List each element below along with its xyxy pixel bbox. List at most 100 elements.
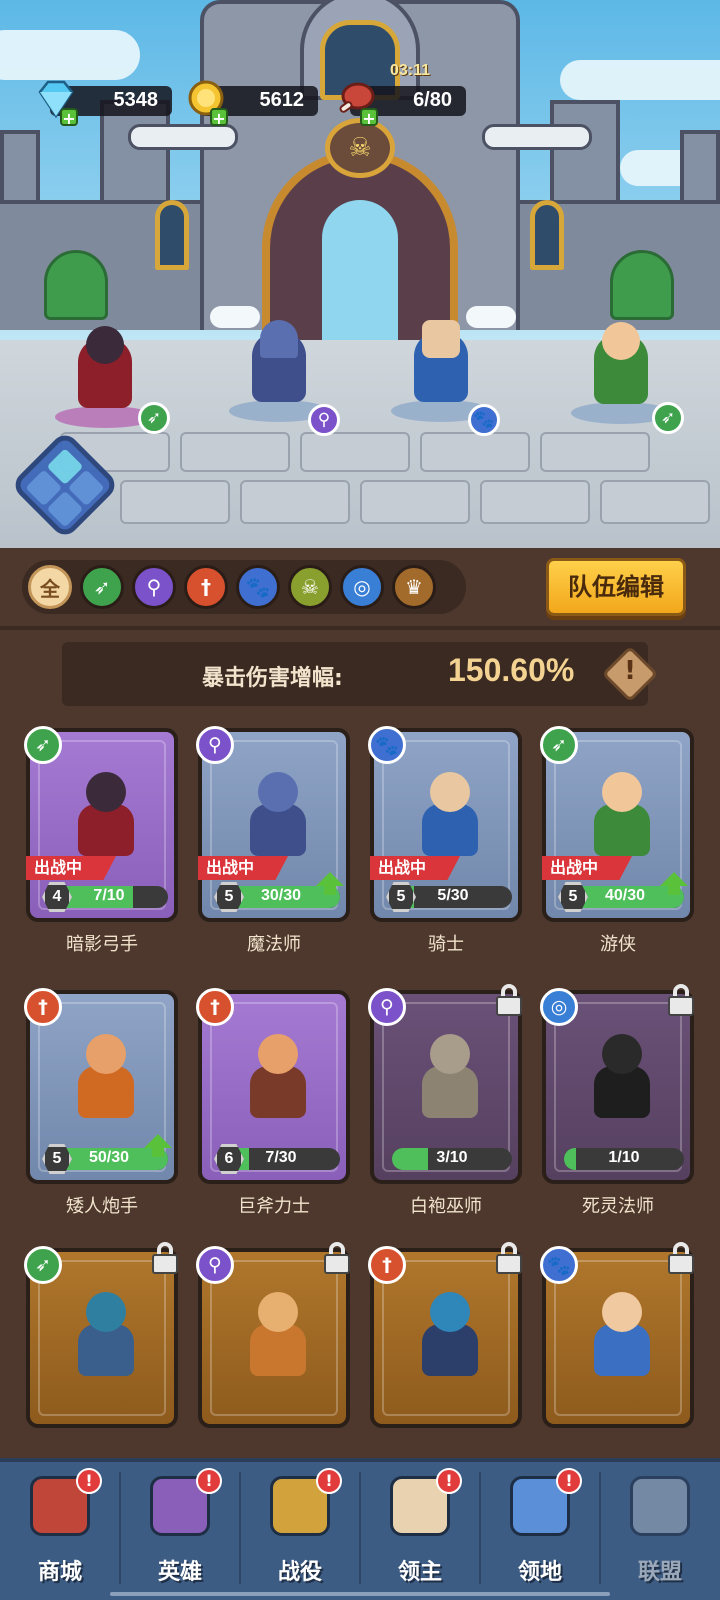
hero-portrait [244, 1034, 312, 1124]
alert-badge: ! [436, 1468, 462, 1494]
portrait-head [430, 1034, 470, 1074]
hero-helmet [422, 320, 460, 358]
panel-divider [0, 626, 720, 630]
cloud [560, 60, 720, 100]
hero-card[interactable]: ⚲ 3/10 [368, 984, 522, 1184]
hero-face [602, 322, 640, 360]
filter-bow-icon[interactable]: ➶ [80, 565, 124, 609]
lock-icon [494, 984, 524, 1016]
paw-icon: 🐾 [468, 404, 500, 436]
nav-label: 英雄 [157, 1560, 202, 1585]
battle-scene: ☠ + 5348 + 5612 03:11 + 6/80 ➶ ⚲ 🐾 ➶ [0, 0, 720, 548]
crit-bonus-box: 暴击伤害增幅: 150.60% ! [62, 642, 659, 706]
filter-paw-icon[interactable]: 🐾 [236, 565, 280, 609]
filter-swirl-icon[interactable]: ◎ [340, 565, 384, 609]
hero-card[interactable]: ◎ 1/10 [540, 984, 694, 1184]
deployed-tag: 出战中 [370, 856, 460, 880]
hero-hat [260, 320, 298, 358]
nav-crossed-swords[interactable]: ! 战役 [240, 1462, 360, 1600]
floor-tile [240, 480, 350, 524]
gem-counter[interactable]: + 5348 [38, 80, 172, 128]
crit-label: 暴击伤害增幅: [202, 666, 343, 691]
stamina-counter[interactable]: + 6/80 [339, 82, 466, 128]
lock-body [668, 996, 694, 1016]
portrait-head [602, 772, 642, 812]
hero-card[interactable]: ⚲ [196, 1242, 350, 1428]
nav-alliance[interactable]: 联盟 [600, 1462, 720, 1600]
nav-label: 战役 [277, 1560, 322, 1585]
bow-icon: ➶ [138, 402, 170, 434]
cloud [0, 30, 140, 80]
bush [610, 250, 674, 320]
floor-tile [360, 480, 470, 524]
add-gold-icon[interactable]: + [210, 108, 228, 128]
upgrade-arrow-stem [668, 885, 680, 895]
lock-icon [322, 1242, 352, 1274]
filter-skull-icon[interactable]: ☠ [288, 565, 332, 609]
field-hero-knight[interactable]: 🐾 [386, 312, 500, 436]
team-edit-button[interactable]: 队伍编辑 [546, 558, 686, 616]
hero-card[interactable]: ➶ 出战中 40/30 5 [540, 726, 694, 922]
lock-icon [494, 1242, 524, 1274]
hero-portrait [72, 1034, 140, 1124]
hero-name: 骑士 [428, 934, 464, 955]
hero-card[interactable]: ➶ 出战中 7/10 4 [24, 726, 178, 922]
filter-staff-icon[interactable]: ⚲ [132, 565, 176, 609]
hero-card[interactable]: ➶ [24, 1242, 178, 1428]
hero-card[interactable]: † [368, 1242, 522, 1428]
info-mark: ! [624, 656, 636, 686]
portrait-head [86, 772, 126, 812]
hero-name: 游侠 [600, 934, 636, 955]
staff-icon: ⚲ [196, 1246, 234, 1284]
sword-icon: † [368, 1246, 406, 1284]
bush [44, 250, 108, 320]
bow-icon: ➶ [24, 726, 62, 764]
hero-card[interactable]: † 50/30 5 [24, 988, 178, 1184]
hero-card[interactable]: 🐾 [540, 1242, 694, 1428]
portrait-head [430, 1292, 470, 1332]
lock-body [496, 1254, 522, 1274]
nav-castle[interactable]: ! 领地 [480, 1462, 600, 1600]
nav-label: 联盟 [637, 1560, 682, 1585]
upgrade-arrow-stem [152, 1147, 164, 1157]
lock-body [324, 1254, 350, 1274]
paw-icon: 🐾 [540, 1246, 578, 1284]
filter-sword-icon[interactable]: † [184, 565, 228, 609]
portrait-head [86, 1034, 126, 1074]
nav-label: 领主 [397, 1560, 442, 1585]
hero-card[interactable]: ⚲ 出战中 30/30 5 [196, 726, 350, 922]
floor-tile [420, 432, 530, 472]
hero-name: 死灵法师 [582, 1196, 654, 1217]
lock-icon [150, 1242, 180, 1274]
castle-window [530, 200, 564, 270]
hero-card[interactable]: † 7/30 6 [196, 988, 350, 1184]
filter-all-icon[interactable]: 全 [28, 565, 72, 609]
hero-card[interactable]: 🐾 出战中 5/30 5 [368, 726, 522, 922]
alert-badge: ! [196, 1468, 222, 1494]
nav-shop-chest[interactable]: ! 商城 [0, 1462, 120, 1600]
upgrade-arrow-icon [316, 872, 344, 886]
hero-portrait [416, 1034, 484, 1124]
floor-tile [540, 432, 650, 472]
paw-icon: 🐾 [368, 726, 406, 764]
nav-label: 领地 [517, 1560, 562, 1585]
field-hero-mage[interactable]: ⚲ [224, 312, 340, 436]
add-gems-icon[interactable]: + [60, 108, 78, 128]
progress-text: 1/10 [608, 1149, 640, 1166]
progress-text: 3/10 [436, 1149, 468, 1166]
hero-name: 白袍巫师 [410, 1196, 482, 1217]
stamina-timer: 03:11 [390, 62, 431, 79]
field-hero-shadow-archer[interactable]: ➶ [50, 318, 170, 434]
filter-crown-icon[interactable]: ♛ [392, 565, 436, 609]
portrait-head [430, 772, 470, 812]
home-indicator [110, 1592, 610, 1596]
field-hero-ranger[interactable]: ➶ [566, 314, 684, 434]
staff-icon: ⚲ [308, 404, 340, 436]
sword-icon: † [196, 988, 234, 1026]
portrait-head [602, 1292, 642, 1332]
nav-lord-crown[interactable]: ! 领主 [360, 1462, 480, 1600]
add-stamina-icon[interactable]: + [360, 108, 378, 128]
gold-counter[interactable]: + 5612 [188, 80, 318, 128]
nav-label: 商城 [37, 1560, 82, 1585]
nav-hero-cards[interactable]: ! 英雄 [120, 1462, 240, 1600]
